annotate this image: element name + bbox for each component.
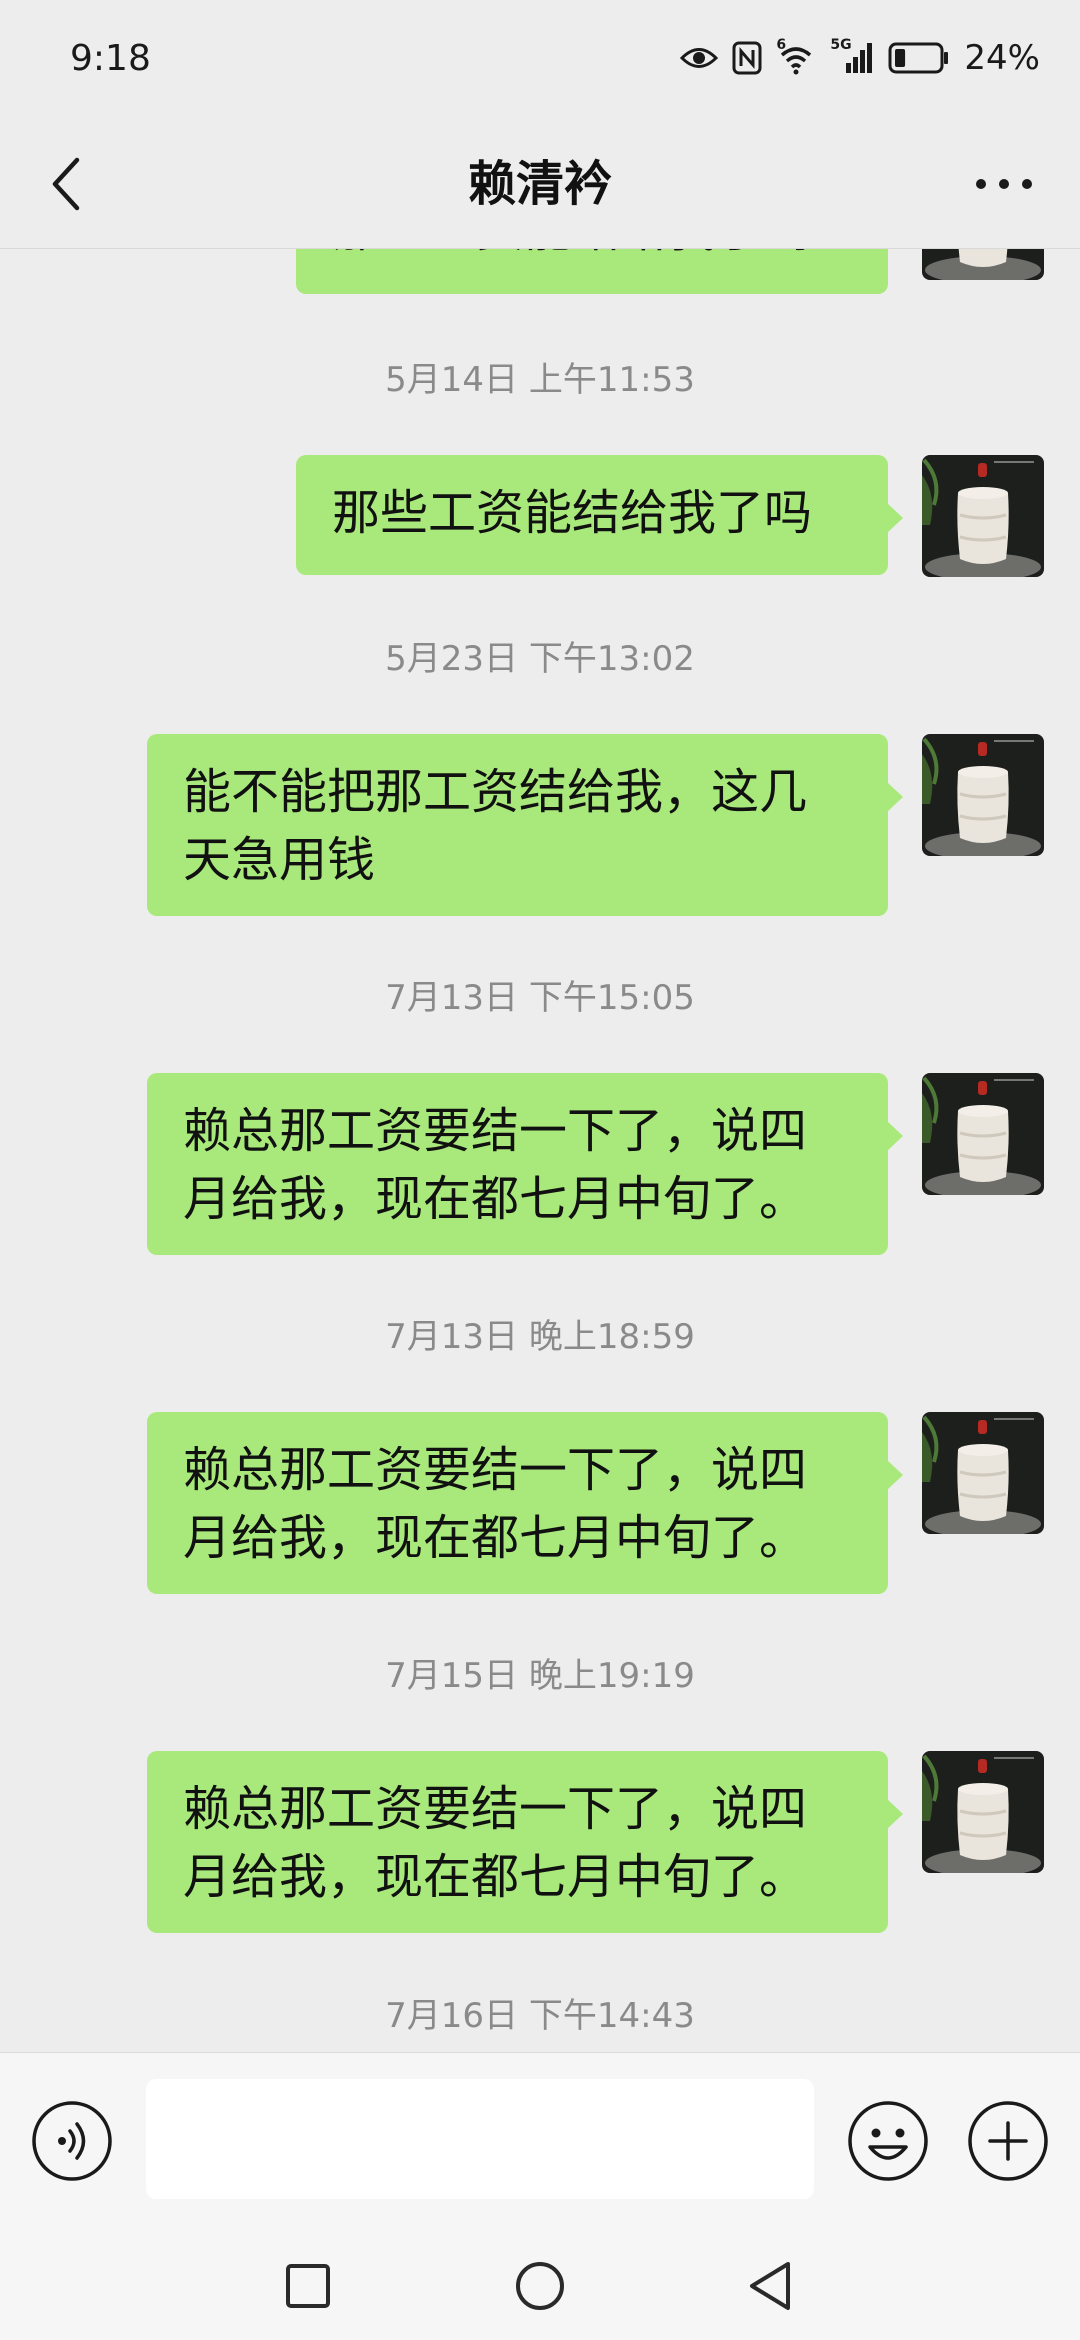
message-timestamp: 7月15日 晚上19:19 [385,1656,695,1696]
status-bar: 9:18 6 5G 24% [0,0,1080,120]
message-text: 那些工资能结给我了吗 [332,485,813,541]
emoji-icon [848,2101,928,2181]
back-nav-button[interactable] [738,2254,802,2318]
avatar[interactable] [922,248,1044,280]
avatar-image [922,734,1044,856]
message-bubble[interactable]: 能不能把那工资结给我，这几天急用钱 [147,734,903,916]
plus-icon [968,2101,1048,2181]
back-triangle-icon [750,2262,790,2310]
more-functions-button[interactable] [966,2099,1050,2183]
message-text: 那些工资能结给我了吗 [332,248,812,258]
nfc-icon [732,41,762,75]
home-circle-icon [516,2262,564,2310]
emoji-button[interactable] [846,2099,930,2183]
message-timestamp: 7月16日 下午14:43 [385,1996,695,2036]
avatar-image [922,455,1044,577]
message-list[interactable]: 那些工资能结给我了吗 5月14日 上午11:53 那些工资能结给我了吗 5月23… [0,248,1080,2052]
message-timestamp: 7月13日 晚上18:59 [385,1317,695,1357]
avatar-image [922,248,1044,280]
message-text: 能不能把那工资结给我，这几天急用钱 [183,764,808,888]
recents-square-icon [286,2264,330,2308]
more-dots-icon [976,179,1032,189]
status-icons: 6 5G 24% [680,36,1040,80]
avatar-image [922,1073,1044,1195]
message-bubble[interactable]: 那些工资能结给我了吗 [296,455,903,575]
message-input[interactable] [146,2079,814,2199]
message-bubble[interactable]: 赖总那工资要结一下了，说四月给我，现在都七月中旬了。 [147,1073,903,1255]
recents-button[interactable] [276,2254,340,2318]
message-timestamp: 5月14日 上午11:53 [385,360,695,400]
contact-name[interactable]: 赖清衿 [0,144,1080,214]
home-button[interactable] [508,2254,572,2318]
avatar[interactable] [922,1751,1044,1873]
message-text: 赖总那工资要结一下了，说四月给我，现在都七月中旬了。 [183,1442,808,1566]
avatar[interactable] [922,1412,1044,1534]
signal-icon [846,43,873,73]
system-navigation-bar [0,2232,1080,2340]
status-time: 9:18 [70,38,151,79]
avatar[interactable] [922,734,1044,856]
avatar[interactable] [922,1073,1044,1195]
message-text: 赖总那工资要结一下了，说四月给我，现在都七月中旬了。 [183,1103,808,1227]
message-bubble[interactable]: 那些工资能结给我了吗 [296,248,888,294]
message-timestamp: 7月13日 下午15:05 [385,978,695,1018]
voice-icon [32,2101,112,2181]
message-bubble[interactable]: 赖总那工资要结一下了，说四月给我，现在都七月中旬了。 [147,1412,903,1594]
wifi-icon [781,47,812,75]
chat-header: 赖清衿 [0,120,1080,249]
input-bar [0,2052,1080,2233]
message-text: 赖总那工资要结一下了，说四月给我，现在都七月中旬了。 [183,1781,808,1905]
battery-percentage: 24% [964,38,1040,78]
avatar[interactable] [922,455,1044,577]
eye-icon [680,48,719,68]
message-timestamp: 5月23日 下午13:02 [385,639,695,679]
battery-icon [888,42,949,74]
voice-button[interactable] [30,2099,114,2183]
more-options-button[interactable] [964,146,1044,222]
avatar-image [922,1412,1044,1534]
message-bubble[interactable]: 赖总那工资要结一下了，说四月给我，现在都七月中旬了。 [147,1751,903,1933]
avatar-image [922,1751,1044,1873]
